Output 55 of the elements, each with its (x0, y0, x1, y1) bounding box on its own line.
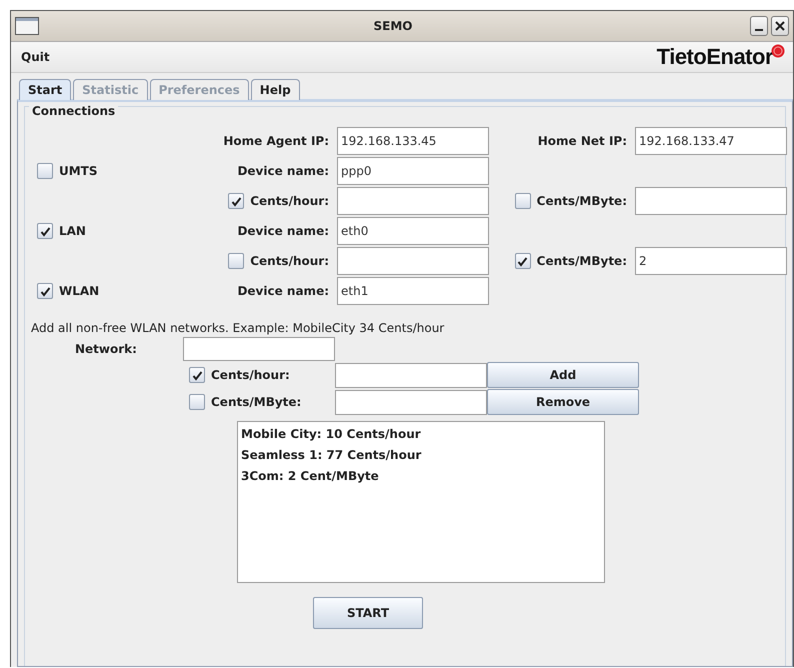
checkbox-label[interactable]: UMTS (59, 164, 98, 178)
checkbox-label[interactable]: WLAN (59, 284, 100, 298)
checkbox[interactable] (37, 223, 53, 239)
input-field[interactable]: 2 (635, 247, 787, 275)
hint-text: Add all non-free WLAN networks. Example: MobileCity 34 Cents/hour (31, 320, 446, 337)
input-field[interactable]: 192.168.133.45 (337, 127, 489, 155)
field-label: Network: (75, 342, 137, 356)
field-label: Device name: (237, 224, 329, 238)
checkbox-label[interactable]: Cents/hour: (250, 254, 329, 268)
checkbox[interactable] (514, 193, 531, 209)
window-title: SEMO (372, 19, 414, 33)
checkbox[interactable] (514, 253, 531, 269)
checkbox-label[interactable]: Cents/hour: (211, 368, 290, 382)
action-button[interactable]: Add (487, 362, 639, 388)
input-field[interactable]: 192.168.133.47 (635, 127, 787, 155)
input-field[interactable] (337, 247, 489, 275)
tab[interactable]: Help (250, 79, 300, 100)
menu-item[interactable]: Quit (21, 50, 50, 64)
minimize-button[interactable] (750, 16, 768, 36)
input-field[interactable] (337, 187, 489, 215)
window-icon (15, 17, 39, 35)
input-field[interactable]: eth1 (337, 277, 489, 305)
minimize-icon (755, 29, 763, 31)
list-item[interactable]: Seamless 1: 77 Cents/hour (241, 445, 601, 466)
list-item[interactable]: Mobile City: 10 Cents/hour (241, 424, 601, 445)
field-label: Device name: (237, 284, 329, 298)
logo-badge-icon (771, 44, 785, 58)
logo-text: TietoEnator (656, 44, 773, 70)
checkbox[interactable] (37, 283, 53, 299)
field-label: Home Agent IP: (223, 134, 329, 148)
input-field[interactable] (335, 390, 487, 414)
checkbox-label[interactable]: Cents/MByte: (536, 254, 627, 268)
field-label: Home Net IP: (538, 134, 627, 148)
input-field[interactable] (183, 337, 335, 361)
field-label: Device name: (237, 164, 329, 178)
checkbox[interactable] (228, 253, 244, 269)
close-icon (775, 21, 785, 31)
group-title: Connections (29, 104, 118, 118)
checkbox[interactable] (37, 163, 53, 179)
close-button[interactable] (771, 16, 789, 36)
checkbox-label[interactable]: Cents/hour: (250, 194, 329, 208)
start-button[interactable]: START (313, 597, 423, 629)
list-item[interactable]: 3Com: 2 Cent/MByte (241, 466, 601, 487)
checkbox[interactable] (228, 193, 244, 209)
input-field[interactable]: eth0 (337, 217, 489, 245)
input-field[interactable] (635, 187, 787, 215)
action-button[interactable]: Remove (487, 389, 639, 415)
checkbox-label[interactable]: Cents/MByte: (536, 194, 627, 208)
checkbox-label[interactable]: LAN (59, 224, 86, 238)
input-field[interactable]: ppp0 (337, 157, 489, 185)
input-field[interactable] (335, 362, 487, 388)
checkbox[interactable] (189, 367, 205, 383)
checkbox-label[interactable]: Cents/MByte: (211, 395, 302, 409)
tab[interactable]: Start (19, 79, 72, 100)
checkbox[interactable] (189, 394, 205, 410)
